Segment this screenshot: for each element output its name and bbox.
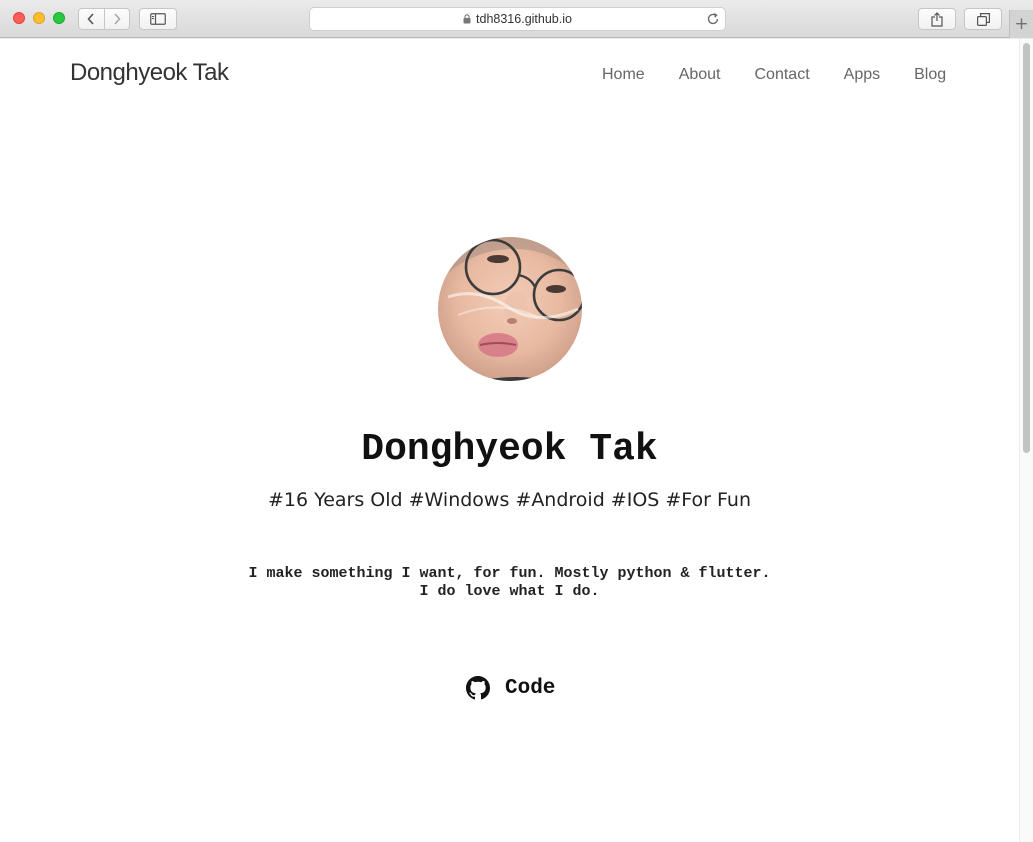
bio-line: I do love what I do. xyxy=(419,583,600,600)
main-nav: Home About Contact Apps Blog xyxy=(602,66,980,84)
nav-blog-link[interactable]: Blog xyxy=(914,66,946,84)
minimize-window-button[interactable] xyxy=(33,12,45,24)
sidebar-toggle-button[interactable] xyxy=(139,8,177,30)
history-navigation xyxy=(78,8,130,30)
nav-apps-link[interactable]: Apps xyxy=(844,66,880,84)
new-tab-button[interactable]: + xyxy=(1009,10,1033,38)
nav-home-link[interactable]: Home xyxy=(602,66,645,84)
sidebar-icon xyxy=(150,13,166,25)
lock-icon xyxy=(463,14,471,24)
nav-contact-link[interactable]: Contact xyxy=(755,66,810,84)
chevron-right-icon xyxy=(114,13,121,25)
profile-bio: I make something I want, for fun. Mostly… xyxy=(0,565,1019,601)
back-button[interactable] xyxy=(79,9,104,29)
profile-avatar xyxy=(438,237,582,381)
share-button[interactable] xyxy=(918,8,956,30)
vertical-scrollbar[interactable] xyxy=(1019,39,1033,842)
tabs-overview-icon xyxy=(976,12,990,26)
nav-about-link[interactable]: About xyxy=(679,66,721,84)
show-tabs-button[interactable] xyxy=(964,8,1002,30)
forward-button[interactable] xyxy=(103,9,129,29)
scrollbar-thumb[interactable] xyxy=(1023,43,1030,453)
profile-tags: #16 Years Old #Windows #Android #IOS #Fo… xyxy=(267,489,752,511)
close-window-button[interactable] xyxy=(13,12,25,24)
chevron-left-icon xyxy=(87,13,95,25)
github-icon xyxy=(466,676,490,700)
profile-name: Donghyeok Tak xyxy=(361,428,658,471)
site-brand[interactable]: Donghyeok Tak xyxy=(70,59,229,87)
code-link-label: Code xyxy=(505,676,556,700)
code-link[interactable]: Code xyxy=(466,676,555,700)
reload-icon[interactable] xyxy=(706,12,720,26)
url-text: tdh8316.github.io xyxy=(476,12,572,26)
page-viewport: Donghyeok Tak Home About Contact Apps Bl… xyxy=(0,39,1033,842)
share-icon xyxy=(931,11,943,27)
address-bar[interactable]: tdh8316.github.io xyxy=(309,7,726,31)
bio-line: I make something I want, for fun. Mostly… xyxy=(248,565,771,582)
browser-toolbar: tdh8316.github.io + xyxy=(0,0,1033,38)
zoom-window-button[interactable] xyxy=(53,12,65,24)
